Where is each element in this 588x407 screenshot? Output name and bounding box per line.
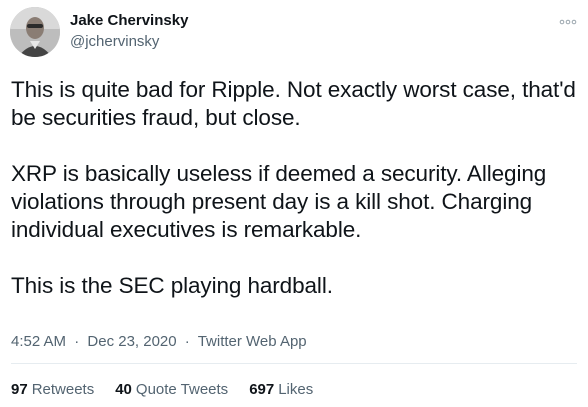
- author-block: Jake Chervinsky @jchervinsky: [70, 11, 188, 51]
- tweet-time[interactable]: 4:52 AM: [11, 333, 66, 350]
- retweets-count: 97: [11, 381, 28, 398]
- more-options-icon[interactable]: [558, 14, 578, 25]
- tweet-paragraph-2: XRP is basically useless if deemed a sec…: [11, 161, 547, 242]
- tweet-paragraph-3: This is the SEC playing hardball.: [11, 273, 333, 298]
- user-handle[interactable]: @jchervinsky: [70, 32, 188, 51]
- display-name[interactable]: Jake Chervinsky: [70, 11, 188, 30]
- likes-count: 697: [249, 381, 275, 398]
- avatar[interactable]: [10, 7, 60, 57]
- meta-separator: ·: [74, 333, 80, 350]
- retweets-label: Retweets: [31, 381, 95, 398]
- divider: [11, 363, 577, 364]
- likes-stat[interactable]: 697 Likes: [249, 380, 313, 399]
- likes-label: Likes: [278, 381, 314, 398]
- tweet-source[interactable]: Twitter Web App: [198, 333, 307, 350]
- avatar-image: [10, 7, 60, 57]
- tweet-paragraph-1: This is quite bad for Ripple. Not exactl…: [11, 77, 576, 130]
- tweet-meta: 4:52 AM · Dec 23, 2020 · Twitter Web App: [11, 332, 307, 351]
- tweet-date[interactable]: Dec 23, 2020: [87, 333, 176, 350]
- quote-tweets-stat[interactable]: 40 Quote Tweets: [115, 380, 228, 399]
- tweet-card: Jake Chervinsky @jchervinsky This is qui…: [0, 0, 588, 407]
- meta-separator: ·: [184, 333, 190, 350]
- retweets-stat[interactable]: 97 Retweets: [11, 380, 94, 399]
- tweet-stats: 97 Retweets 40 Quote Tweets 697 Likes: [11, 380, 313, 399]
- quote-tweets-label: Quote Tweets: [135, 381, 229, 398]
- quote-tweets-count: 40: [115, 381, 132, 398]
- tweet-text: This is quite bad for Ripple. Not exactl…: [11, 76, 576, 328]
